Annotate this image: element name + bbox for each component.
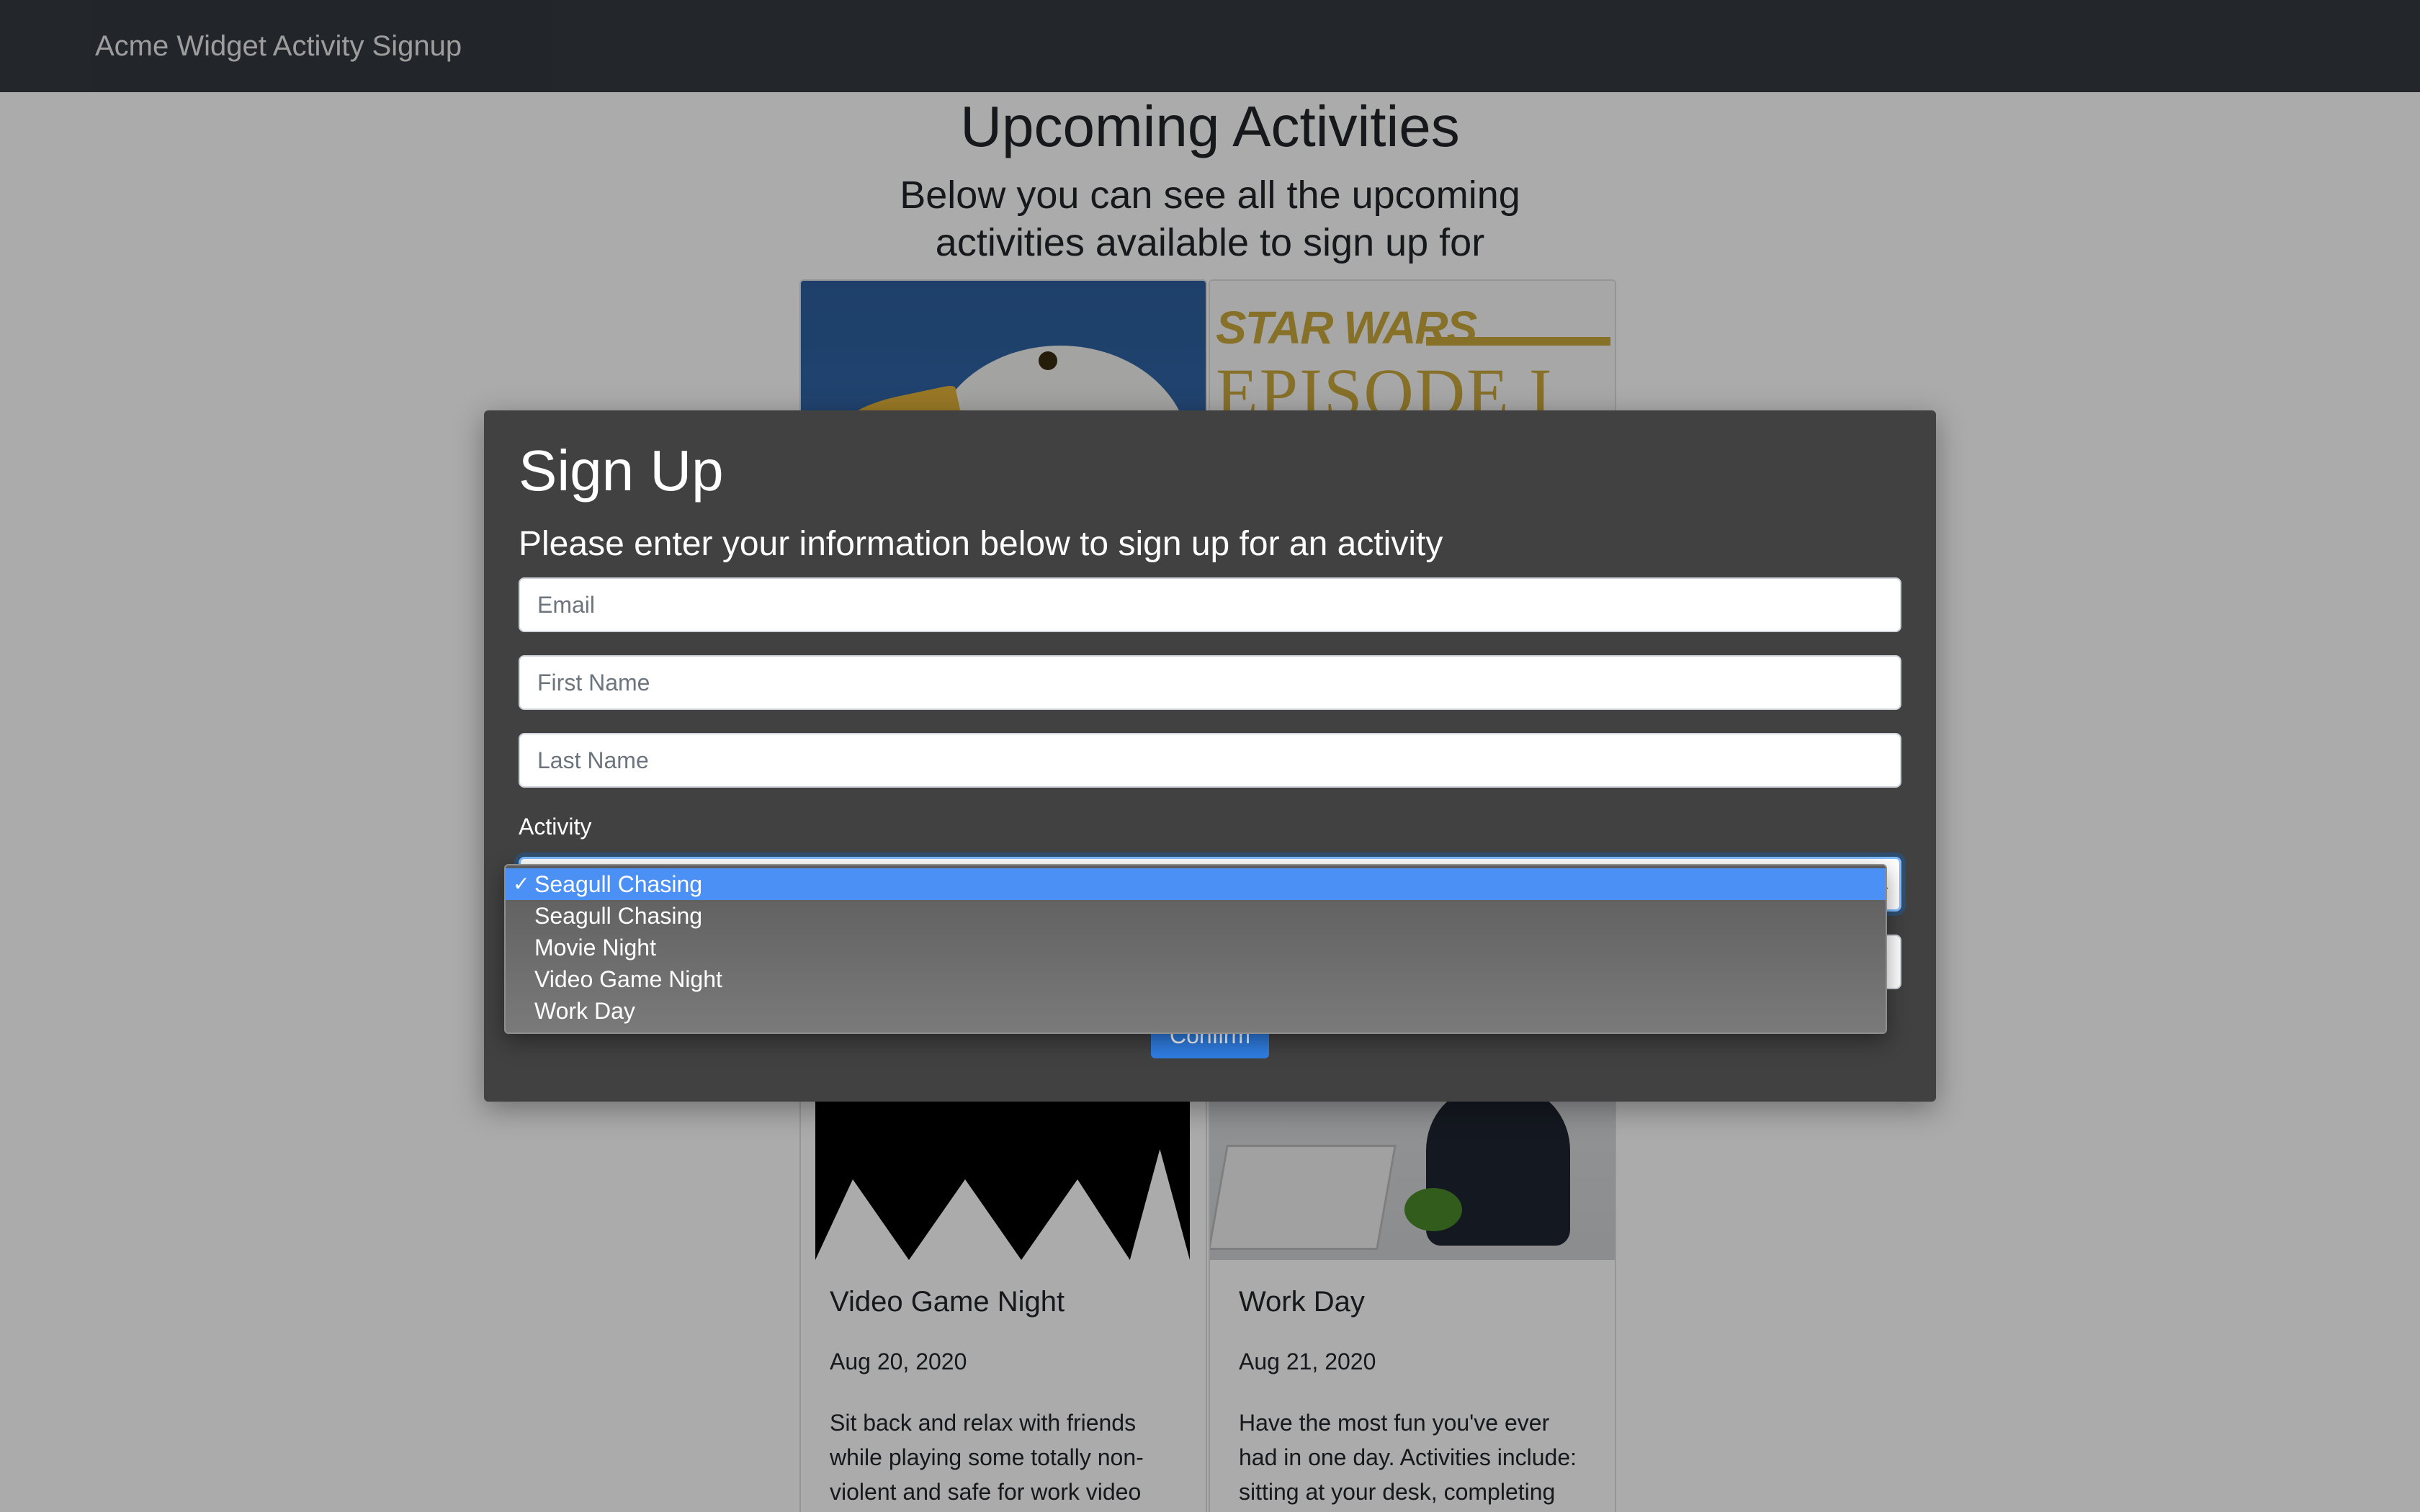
checkmark-icon: ✓ bbox=[513, 873, 530, 895]
option-label: Movie Night bbox=[534, 935, 656, 960]
first-name-field[interactable] bbox=[519, 655, 1901, 710]
option-label: Work Day bbox=[534, 998, 635, 1024]
last-name-field[interactable] bbox=[519, 733, 1901, 788]
activity-label: Activity bbox=[519, 814, 592, 840]
option-label: Seagull Chasing bbox=[534, 871, 703, 897]
dropdown-option[interactable]: Video Game Night bbox=[506, 963, 1886, 995]
activity-dropdown-list: ✓ Seagull Chasing Seagull Chasing Movie … bbox=[504, 864, 1887, 1034]
dropdown-option[interactable]: Work Day bbox=[506, 995, 1886, 1027]
dropdown-option[interactable]: Seagull Chasing bbox=[506, 900, 1886, 932]
modal-title: Sign Up bbox=[519, 438, 724, 503]
option-label: Seagull Chasing bbox=[534, 903, 703, 929]
dropdown-option-selected[interactable]: ✓ Seagull Chasing bbox=[506, 868, 1886, 900]
option-label: Video Game Night bbox=[534, 966, 722, 992]
page: Acme Widget Activity Signup Upcoming Act… bbox=[0, 0, 2420, 1512]
modal-subtitle: Please enter your information below to s… bbox=[519, 525, 1443, 563]
dropdown-option[interactable]: Movie Night bbox=[506, 932, 1886, 963]
email-field[interactable] bbox=[519, 577, 1901, 632]
